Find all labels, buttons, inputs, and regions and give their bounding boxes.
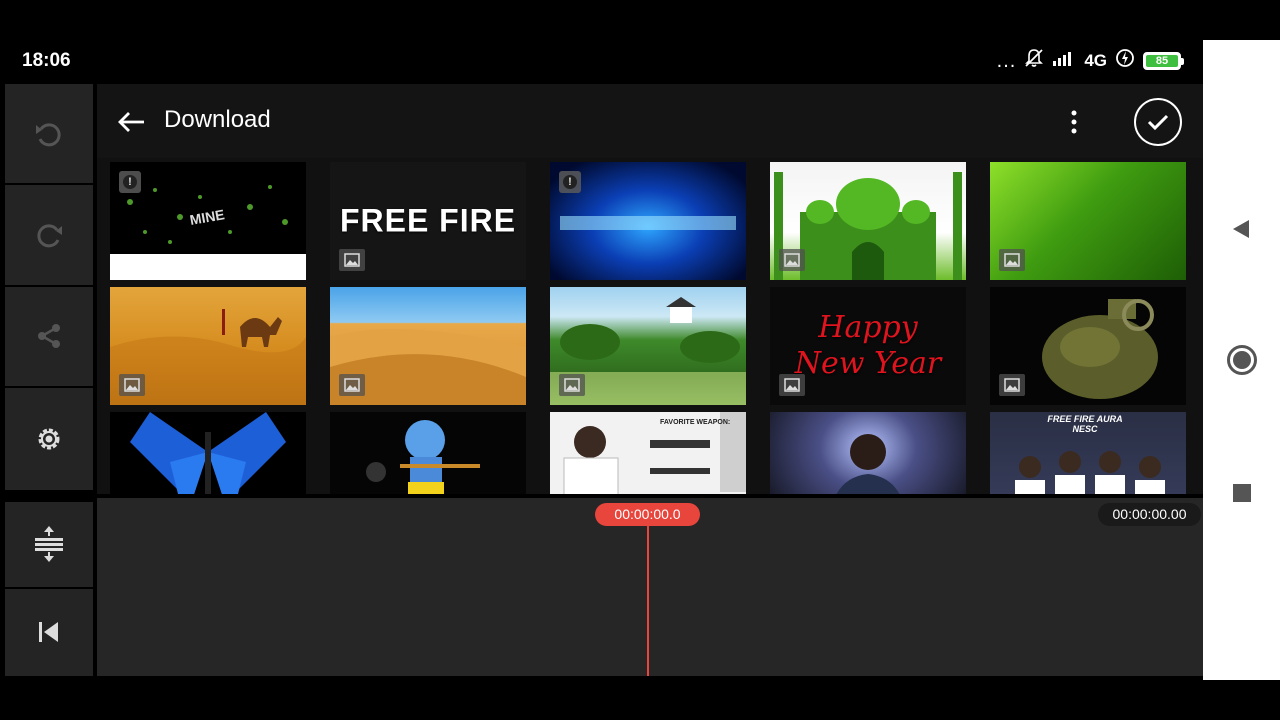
expand-vertical-icon: [35, 526, 63, 563]
media-thumbnail[interactable]: [770, 412, 966, 494]
share-icon: [38, 324, 60, 349]
playhead-timecode[interactable]: 00:00:00.0: [595, 503, 700, 526]
redo-button[interactable]: [5, 185, 93, 285]
media-thumbnail[interactable]: [550, 287, 746, 405]
exclamation-icon: !: [563, 175, 577, 189]
rail-divider: [5, 492, 93, 501]
thumbnail-text: FREE FIRE AURA NESC: [1047, 414, 1123, 434]
player-portrait-image: [836, 434, 900, 494]
total-duration: 00:00:00.00: [1098, 503, 1201, 526]
media-thumbnail[interactable]: FREE FIRE: [330, 162, 526, 280]
krishna-cartoon-image: [366, 420, 480, 494]
signal-strength-icon: [1052, 50, 1076, 71]
status-icons: ... 4G 85: [996, 48, 1184, 73]
image-type-badge: [999, 249, 1025, 271]
media-thumbnail[interactable]: [770, 162, 966, 280]
image-icon: [344, 378, 360, 392]
media-thumbnail[interactable]: !: [550, 162, 746, 280]
share-button[interactable]: [5, 286, 93, 386]
svg-text:MINE: MINE: [189, 206, 226, 228]
settings-button[interactable]: [5, 387, 93, 491]
triangle-back-icon: [1233, 220, 1249, 238]
image-icon: [784, 253, 800, 267]
more-options-button[interactable]: [1059, 106, 1089, 138]
folder-title: Download: [164, 106, 271, 133]
warning-badge: !: [119, 171, 141, 193]
image-type-badge: [779, 374, 805, 396]
undo-icon: [36, 123, 61, 146]
playhead-line[interactable]: [647, 514, 649, 676]
editor-side-toolbar: [5, 84, 93, 676]
media-thumbnail[interactable]: [330, 287, 526, 405]
image-icon: [1004, 253, 1020, 267]
timeline-area[interactable]: 00:00:00.0 00:00:00.00: [97, 498, 1203, 676]
image-type-badge: [339, 249, 365, 271]
arrow-left-icon: [118, 112, 144, 132]
media-thumbnail[interactable]: [110, 287, 306, 405]
media-browser-panel: Download MINE ! FREE FIRE ! Happy New Ye…: [97, 84, 1203, 494]
home-circle-icon: [1233, 351, 1251, 369]
nav-back-button[interactable]: [1231, 218, 1251, 245]
skip-to-start-icon: [39, 622, 58, 643]
image-icon: [564, 378, 580, 392]
media-thumbnail[interactable]: Happy New Year: [770, 287, 966, 405]
warning-badge: !: [559, 171, 581, 193]
mute-bell-icon: [1024, 48, 1044, 73]
image-type-badge: [999, 374, 1025, 396]
image-icon: [124, 378, 140, 392]
system-navigation-bar: [1203, 40, 1280, 680]
exclamation-icon: !: [123, 175, 137, 189]
gear-icon: [38, 428, 60, 450]
image-type-badge: [559, 374, 585, 396]
back-button[interactable]: [115, 106, 147, 138]
expand-timeline-button[interactable]: [5, 502, 93, 587]
media-thumbnail[interactable]: [330, 412, 526, 494]
thumbnail-text: FREE FIRE: [339, 202, 517, 239]
image-type-badge: [119, 374, 145, 396]
status-clock: 18:06: [22, 50, 71, 71]
player-loadout-image: FAVORITE WEAPON:: [563, 412, 746, 494]
confirm-button[interactable]: [1134, 98, 1182, 146]
thumbnail-text: Happy New Year: [794, 310, 942, 381]
charging-icon: [1115, 48, 1135, 73]
thumbnail-text: FAVORITE WEAPON:: [660, 419, 730, 426]
battery-level: 85: [1146, 54, 1178, 67]
status-bar: 18:06 ... 4G 85: [0, 40, 1203, 80]
battery-icon: 85: [1143, 51, 1184, 70]
more-notifications-icon: ...: [996, 49, 1017, 72]
jump-to-start-button[interactable]: [5, 588, 93, 676]
media-thumbnail[interactable]: [110, 412, 306, 494]
nav-recents-button[interactable]: [1233, 484, 1251, 502]
redo-icon: [37, 224, 62, 248]
image-icon: [344, 253, 360, 267]
image-type-badge: [779, 249, 805, 271]
image-type-badge: [339, 374, 365, 396]
media-thumbnail[interactable]: [990, 287, 1186, 405]
media-thumbnail[interactable]: FREE FIRE AURA NESC: [990, 412, 1186, 494]
network-type: 4G: [1084, 50, 1107, 70]
browser-header: Download: [97, 84, 1203, 158]
media-thumbnail[interactable]: MINE !: [110, 162, 306, 280]
media-thumbnail[interactable]: FAVORITE WEAPON:: [550, 412, 746, 494]
nav-home-button[interactable]: [1227, 345, 1257, 375]
image-icon: [1004, 378, 1020, 392]
blue-butterfly-image: [130, 412, 286, 494]
checkmark-icon: [1147, 114, 1169, 131]
thumbnail-grid: MINE ! FREE FIRE ! Happy New Year FAVORI…: [110, 162, 1186, 494]
undo-button[interactable]: [5, 84, 93, 184]
image-icon: [784, 378, 800, 392]
more-vertical-icon: [1071, 110, 1077, 134]
media-thumbnail[interactable]: [990, 162, 1186, 280]
